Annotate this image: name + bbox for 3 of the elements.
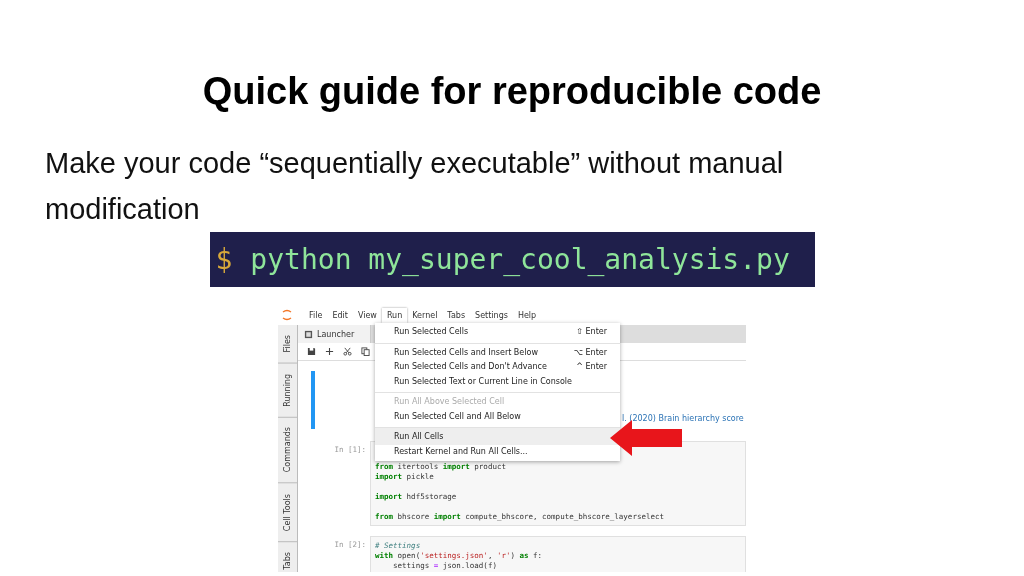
slide-title: Quick guide for reproducible code <box>202 69 822 114</box>
slide-subtitle: Make your code “sequentially executable” without manual modification <box>45 146 785 227</box>
terminal-command: $ python my_super_cool_analysis.py <box>209 232 815 287</box>
